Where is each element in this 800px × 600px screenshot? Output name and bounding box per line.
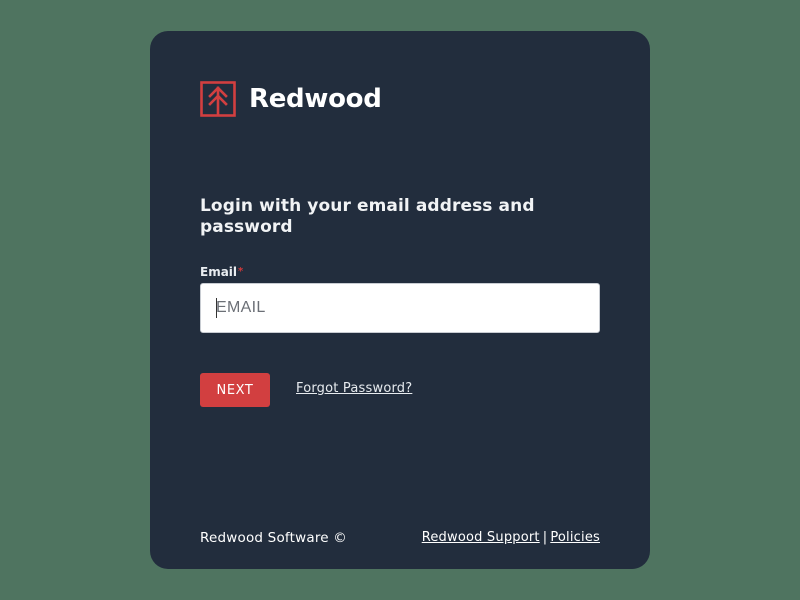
required-marker: * (238, 266, 244, 277)
login-card: Redwood Login with your email address an… (150, 31, 650, 569)
brand-header: Redwood (200, 81, 382, 117)
redwood-tree-logo-icon (200, 81, 236, 117)
forgot-password-link[interactable]: Forgot Password? (296, 381, 412, 397)
email-label: Email* (200, 265, 243, 279)
email-label-text: Email (200, 265, 238, 279)
text-cursor (216, 298, 217, 318)
footer-copyright: Redwood Software © (200, 530, 347, 546)
next-button[interactable]: NEXT (200, 373, 270, 407)
email-input[interactable] (200, 283, 600, 333)
brand-name: Redwood (249, 84, 382, 114)
redwood-support-link[interactable]: Redwood Support (422, 530, 540, 545)
footer-links: Redwood Support | Policies (422, 530, 600, 546)
login-heading: Login with your email address and passwo… (200, 196, 535, 237)
policies-link[interactable]: Policies (550, 530, 600, 545)
footer-separator: | (542, 530, 548, 545)
